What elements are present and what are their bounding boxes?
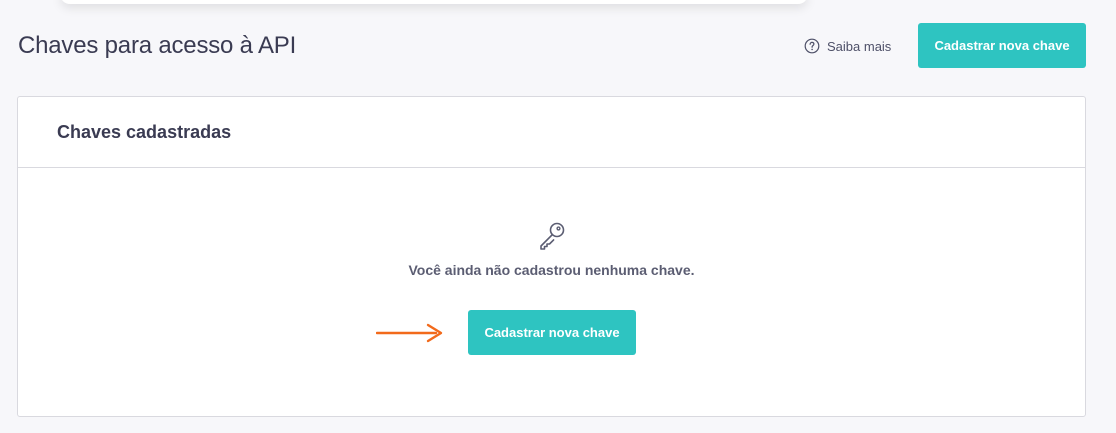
chaves-cadastradas-card: Chaves cadastradas Você ainda não cadast… [17,96,1086,417]
empty-state-cadastrar-button[interactable]: Cadastrar nova chave [468,310,636,355]
empty-state-message: Você ainda não cadastrou nenhuma chave. [408,262,695,278]
page-header: Chaves para acesso à API Saiba mais Cada… [0,0,1116,96]
empty-state: Você ainda não cadastrou nenhuma chave. … [18,168,1085,416]
key-icon [536,220,568,257]
saiba-mais-link[interactable]: Saiba mais [804,36,891,56]
card-header: Chaves cadastradas [18,97,1085,168]
question-circle-icon [804,38,820,54]
arrow-right-icon [375,322,444,349]
card-title: Chaves cadastradas [57,121,232,142]
cadastrar-nova-chave-button[interactable]: Cadastrar nova chave [918,23,1086,68]
page-title: Chaves para acesso à API [18,32,297,59]
saiba-mais-label: Saiba mais [827,38,892,54]
